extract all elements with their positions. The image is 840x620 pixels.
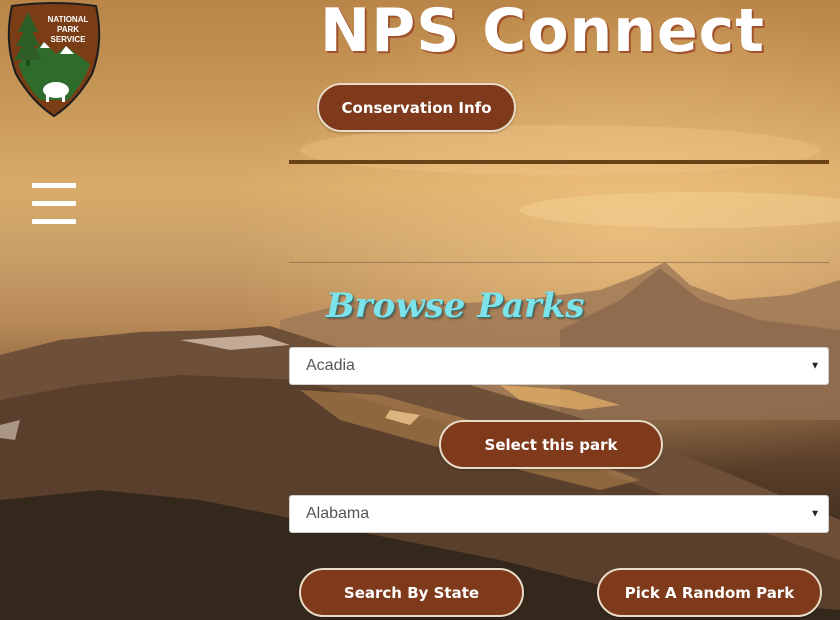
logo-text-line1: NATIONAL — [48, 15, 89, 24]
search-by-state-button[interactable]: Search By State — [299, 568, 524, 617]
nps-logo[interactable]: NATIONAL PARK SERVICE — [4, 2, 104, 118]
section-divider — [289, 262, 829, 263]
browse-parks-heading: Browse Parks — [326, 286, 585, 326]
park-select[interactable]: Acadia ▼ — [289, 347, 829, 385]
chevron-down-icon: ▼ — [810, 508, 820, 520]
menu-bar-bottom — [32, 219, 76, 224]
app-title: NPS Connect — [320, 0, 765, 66]
select-park-button[interactable]: Select this park — [439, 420, 663, 469]
menu-bar-middle — [32, 201, 76, 206]
menu-bar-top — [32, 183, 76, 188]
chevron-down-icon: ▼ — [810, 360, 820, 372]
logo-text-line2: PARK — [57, 25, 79, 34]
hamburger-menu-icon[interactable] — [32, 183, 76, 227]
logo-text-line3: SERVICE — [51, 35, 87, 44]
header-divider — [289, 160, 829, 164]
random-park-button[interactable]: Pick A Random Park — [597, 568, 822, 617]
state-select-value: Alabama — [306, 505, 370, 522]
state-select[interactable]: Alabama ▼ — [289, 495, 829, 533]
conservation-info-button[interactable]: Conservation Info — [317, 83, 516, 132]
park-select-value: Acadia — [306, 357, 355, 374]
